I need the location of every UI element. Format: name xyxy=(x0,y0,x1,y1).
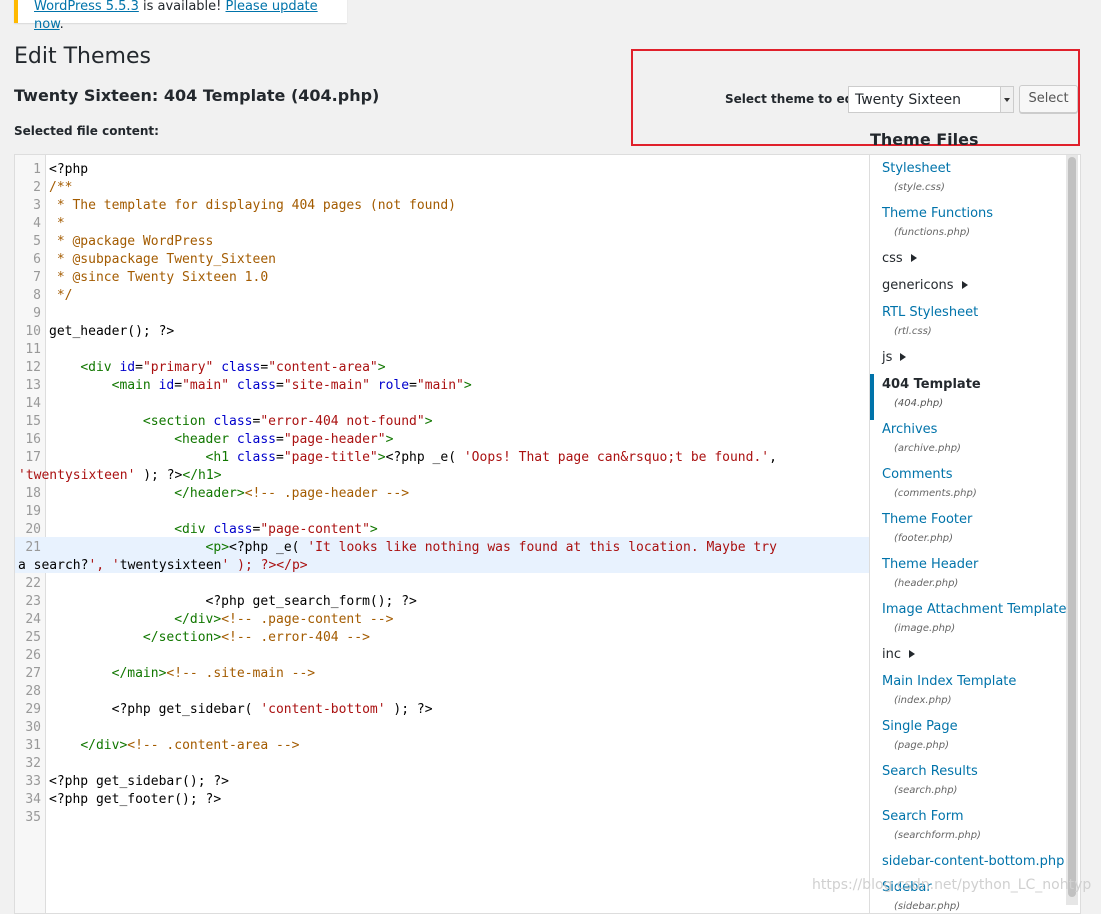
file-link[interactable]: 404 Template xyxy=(882,377,981,392)
code-line[interactable]: 33 <?php get_sidebar(); ?> xyxy=(15,771,869,789)
folder-js[interactable]: js xyxy=(882,350,907,365)
select-button[interactable]: Select xyxy=(1019,85,1078,113)
file-link[interactable]: Single Page xyxy=(882,719,958,734)
code-line[interactable]: 15 <section class="error-404 not-found"> xyxy=(15,411,869,429)
code-line[interactable]: 9 xyxy=(15,303,869,321)
file-link[interactable]: Archives xyxy=(882,422,937,437)
code-line[interactable]: 8 */ xyxy=(15,285,869,303)
code-line[interactable]: 23 <?php get_search_form(); ?> xyxy=(15,591,869,609)
code-line[interactable]: 35 xyxy=(15,807,869,825)
file-name: (style.css) xyxy=(894,182,945,193)
line-number: 35 xyxy=(25,810,41,825)
code-line[interactable]: 32 xyxy=(15,753,869,771)
file-name: (rtl.css) xyxy=(894,326,932,337)
code-line[interactable]: 16 <header class="page-header"> xyxy=(15,429,869,447)
code-line[interactable]: 5 * @package WordPress xyxy=(15,231,869,249)
expand-arrow-icon xyxy=(910,254,917,262)
theme-files-list: Stylesheet (style.css) Theme Functions (fun… xyxy=(870,154,1081,914)
expand-arrow-icon xyxy=(909,650,915,658)
file-link[interactable]: Stylesheet xyxy=(882,161,951,176)
code-line[interactable]: 1 <?php xyxy=(15,159,869,177)
folder-genericons[interactable]: genericons xyxy=(882,278,968,293)
folder-inc[interactable]: inc xyxy=(882,647,915,662)
file-name: (page.php) xyxy=(894,740,949,751)
code-line[interactable]: 29 <?php get_sidebar( 'content-bottom' )… xyxy=(15,699,869,717)
file-name: (functions.php) xyxy=(894,227,971,238)
file-link[interactable]: Comments xyxy=(882,467,952,482)
code-line[interactable]: 6 * @subpackage Twenty_Sixteen xyxy=(15,249,869,267)
notice-text: is available! xyxy=(138,0,226,14)
code-line[interactable]: 11 xyxy=(15,339,869,357)
code-line[interactable]: 4 * xyxy=(15,213,869,231)
file-link[interactable]: Theme Functions xyxy=(882,206,993,221)
file-name: (comments.php) xyxy=(894,488,977,499)
wordpress-version-link[interactable]: WordPress 5.5.3 xyxy=(34,0,139,14)
file-name: (footer.php) xyxy=(894,533,954,544)
file-name: (image.php) xyxy=(894,623,956,634)
update-notice: WordPress 5.5.3 is available! Please upd… xyxy=(14,0,347,32)
selected-file-label: Selected file content: xyxy=(14,124,159,138)
file-link[interactable]: Search Results xyxy=(882,764,978,779)
code-line[interactable]: 17 <h1 class="page-title"><?php _e( 'Oop… xyxy=(15,447,869,483)
file-link[interactable]: Theme Header xyxy=(882,557,978,572)
code-line[interactable]: 34 <?php get_footer(); ?> xyxy=(15,789,869,807)
code-line[interactable]: 18 </header><!-- .page-header --> xyxy=(15,483,869,501)
dropdown-arrow-icon xyxy=(1000,87,1013,112)
file-name: (archive.php) xyxy=(894,443,961,454)
file-name: (sidebar.php) xyxy=(894,901,961,912)
theme-files-heading: Theme Files xyxy=(870,130,979,149)
expand-arrow-icon xyxy=(961,281,968,289)
code-line[interactable]: 3 * The template for displaying 404 page… xyxy=(15,195,869,213)
code-line[interactable]: 10 get_header(); ?> xyxy=(15,321,869,339)
file-link[interactable]: Image Attachment Template xyxy=(882,602,1067,617)
expand-arrow-icon xyxy=(900,353,907,361)
file-link[interactable]: Main Index Template xyxy=(882,674,1016,689)
code-line[interactable]: 21 <p><?php _e( 'It looks like nothing w… xyxy=(15,537,869,573)
code-line[interactable]: 31 </div><!-- .content-area --> xyxy=(15,735,869,753)
code-line[interactable]: 2/** xyxy=(15,177,869,195)
folder-label: css xyxy=(882,251,903,266)
theme-select[interactable]: Twenty Sixteen xyxy=(848,86,1014,113)
file-name: (index.php) xyxy=(894,695,952,706)
code-line[interactable]: 24 </div><!-- .page-content --> xyxy=(15,609,869,627)
page-title: Edit Themes xyxy=(14,44,151,69)
file-link[interactable]: sidebar-content-bottom.php xyxy=(882,854,1064,869)
folder-label: js xyxy=(882,350,893,365)
code-text: <h1 class="page-title"><?php _e( 'Oops! … xyxy=(205,450,777,465)
theme-select-value: Twenty Sixteen xyxy=(855,92,962,108)
folder-label: genericons xyxy=(882,278,954,293)
file-name: (header.php) xyxy=(894,578,959,589)
file-link[interactable]: RTL Stylesheet xyxy=(882,305,978,320)
folder-css[interactable]: css xyxy=(882,251,917,266)
file-link[interactable]: Theme Footer xyxy=(882,512,972,527)
file-name: (search.php) xyxy=(894,785,958,796)
code-line[interactable]: 14 xyxy=(15,393,869,411)
file-title: Twenty Sixteen: 404 Template (404.php) xyxy=(14,86,380,105)
file-name: (searchform.php) xyxy=(894,830,981,841)
code-line[interactable]: 30 xyxy=(15,717,869,735)
code-line[interactable]: 13 <main id="main" class="site-main" rol… xyxy=(15,375,869,393)
line-number: 17 xyxy=(25,450,41,465)
file-list-scrollbar[interactable] xyxy=(1066,155,1078,905)
file-link[interactable]: Search Form xyxy=(882,809,964,824)
code-text: <p><?php _e( 'It looks like nothing was … xyxy=(205,540,777,555)
folder-label: inc xyxy=(882,647,901,662)
code-line[interactable]: 20 <div class="page-content"> xyxy=(15,519,869,537)
code-editor[interactable]: 1 <?php 2/** 3 * The template for displayin… xyxy=(14,154,870,914)
code-line[interactable]: 26 xyxy=(15,645,869,663)
code-line[interactable]: 27 </main><!-- .site-main --> xyxy=(15,663,869,681)
code-line[interactable]: 28 xyxy=(15,681,869,699)
code-line[interactable]: 19 xyxy=(15,501,869,519)
code-line[interactable]: 12 <div id="primary" class="content-area… xyxy=(15,357,869,375)
watermark: https://blog.csdn.net/python_LC_nohtyp xyxy=(812,877,1092,893)
code-line[interactable]: 25 </section><!-- .error-404 --> xyxy=(15,627,869,645)
code-line[interactable]: 7 * @since Twenty Sixteen 1.0 xyxy=(15,267,869,285)
file-name: (404.php) xyxy=(894,398,944,409)
notice-end: . xyxy=(59,17,64,32)
select-theme-label: Select theme to edit: xyxy=(725,92,868,106)
scrollbar-thumb[interactable] xyxy=(1068,157,1076,897)
code-line[interactable]: 22 xyxy=(15,573,869,591)
line-number: 21 xyxy=(25,540,41,555)
